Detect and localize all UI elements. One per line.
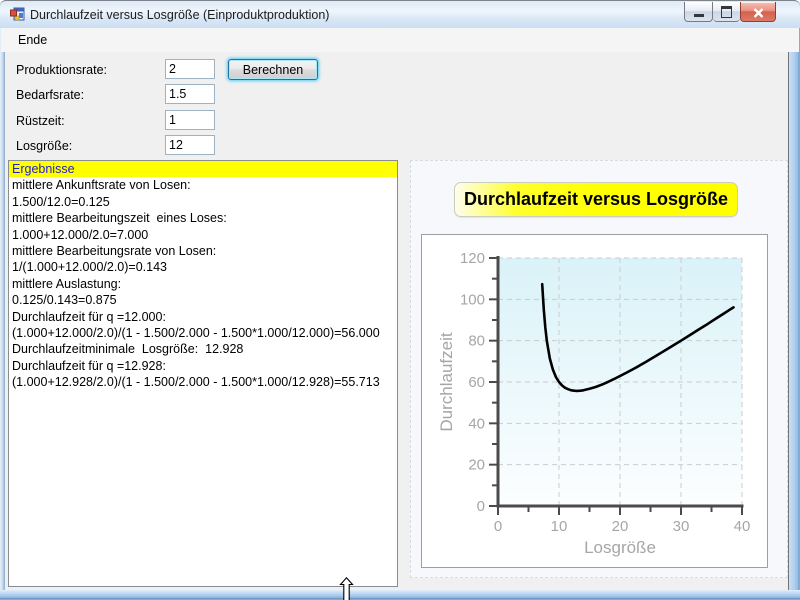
window-title: Durchlaufzeit versus Losgröße (Einproduk… — [30, 8, 329, 22]
maximize-button[interactable] — [713, 2, 740, 22]
svg-text:80: 80 — [468, 333, 485, 350]
produktionsrate-input[interactable] — [165, 59, 215, 79]
result-list-item[interactable]: Durchlaufzeit für q =12.000: — [9, 309, 397, 325]
close-icon — [753, 8, 764, 18]
window-controls — [684, 2, 776, 22]
app-icon — [9, 7, 25, 23]
result-list-item[interactable]: 1.500/12.0=0.125 — [9, 194, 397, 210]
minimize-button[interactable] — [684, 2, 713, 22]
results-items: mittlere Ankunftsrate von Losen:1.500/12… — [9, 177, 397, 390]
result-list-item[interactable]: (1.000+12.000/2.0)/(1 - 1.500/2.000 - 1.… — [9, 325, 397, 341]
svg-text:Durchlaufzeit: Durchlaufzeit — [437, 332, 456, 431]
berechnen-button[interactable]: Berechnen — [228, 59, 318, 80]
chart-container: 0 10 20 30 40 0 20 40 60 80 100 120 Losgröße Durchlau… — [421, 234, 768, 568]
chart-title: Durchlaufzeit versus Losgröße — [464, 189, 728, 210]
window-border-left — [0, 28, 5, 590]
result-list-item[interactable]: mittlere Ankunftsrate von Losen: — [9, 177, 397, 193]
title-bar: Durchlaufzeit versus Losgröße (Einproduk… — [0, 0, 800, 29]
produktionsrate-label: Produktionsrate: — [16, 63, 107, 77]
result-list-item[interactable]: mittlere Auslastung: — [9, 276, 397, 292]
svg-text:10: 10 — [551, 518, 568, 535]
results-listbox[interactable]: Ergebnisse mittlere Ankunftsrate von Los… — [8, 160, 398, 587]
menu-item-ende[interactable]: Ende — [9, 29, 56, 51]
result-list-item[interactable]: 1/(1.000+12.000/2.0)=0.143 — [9, 259, 397, 275]
svg-text:120: 120 — [460, 250, 485, 267]
svg-text:40: 40 — [734, 518, 751, 535]
losgroesse-input[interactable] — [165, 135, 215, 155]
window-border-bottom — [0, 590, 800, 600]
close-button[interactable] — [740, 2, 776, 22]
svg-text:30: 30 — [673, 518, 690, 535]
result-list-item[interactable]: mittlere Bearbeitungsrate von Losen: — [9, 243, 397, 259]
result-list-item[interactable]: Durchlaufzeitminimale Losgröße: 12.928 — [9, 341, 397, 357]
result-list-item[interactable]: Durchlaufzeit für q =12.928: — [9, 358, 397, 374]
result-list-item[interactable]: (1.000+12.928/2.0)/(1 - 1.500/2.000 - 1.… — [9, 374, 397, 390]
losgroesse-label: Losgröße: — [16, 139, 72, 153]
result-list-item[interactable]: 0.125/0.143=0.875 — [9, 292, 397, 308]
svg-text:20: 20 — [468, 457, 485, 474]
svg-text:0: 0 — [494, 518, 502, 535]
svg-text:20: 20 — [612, 518, 629, 535]
maximize-icon — [721, 6, 732, 18]
ruestzeit-label: Rüstzeit: — [16, 114, 65, 128]
svg-text:Losgröße: Losgröße — [584, 538, 656, 557]
mouse-cursor-up-arrow — [339, 577, 354, 600]
svg-text:40: 40 — [468, 415, 485, 432]
result-list-item[interactable]: mittlere Bearbeitungszeit eines Loses: — [9, 210, 397, 226]
result-list-item[interactable]: 1.000+12.000/2.0=7.000 — [9, 227, 397, 243]
chart-panel: Durchlaufzeit versus Losgröße 0102030400… — [410, 160, 788, 578]
chart-title-badge: Durchlaufzeit versus Losgröße — [454, 182, 738, 217]
bedarfsrate-input[interactable] — [165, 84, 215, 104]
bedarfsrate-label: Bedarfsrate: — [16, 88, 84, 102]
results-header-item[interactable]: Ergebnisse — [9, 161, 397, 177]
svg-text:60: 60 — [468, 374, 485, 391]
window-border-right — [788, 28, 800, 590]
durchlaufzeit-chart: 0 10 20 30 40 0 20 40 60 80 100 120 Losgröße Durchlau… — [422, 235, 767, 567]
minimize-icon — [694, 14, 704, 17]
svg-text:0: 0 — [477, 498, 485, 515]
svg-text:100: 100 — [460, 291, 485, 308]
app-window: Durchlaufzeit versus Losgröße (Einproduk… — [0, 0, 800, 600]
menu-bar: Ende — [1, 28, 799, 52]
ruestzeit-input[interactable] — [165, 110, 215, 130]
